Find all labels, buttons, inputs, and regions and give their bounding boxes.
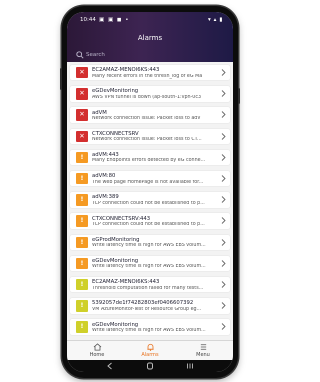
bell-icon <box>146 343 154 351</box>
alarm-row[interactable]: ✕ EC2AMAZ-MENOI6KS:443 Many recent errors … <box>70 65 230 81</box>
alarm-list[interactable]: ✕ EC2AMAZ-MENOI6KS:443 Many recent errors … <box>67 64 233 340</box>
chevron-right-icon <box>221 153 226 161</box>
power-button <box>238 88 240 104</box>
phone-frame: 10:44 ▣ ▣ ◼ • ▾ ▴ ▮ Alarms Search ✕ EC2AM… <box>60 6 240 378</box>
major-severity-icon: ! <box>76 151 88 164</box>
back-icon[interactable] <box>105 362 115 370</box>
home-nav-icon[interactable] <box>145 362 155 370</box>
alarm-title: adVM:443 <box>92 152 119 159</box>
alarm-title: CTXCONNECTSRV <box>92 130 139 137</box>
chevron-right-icon <box>221 259 226 267</box>
app-header: 10:44 ▣ ▣ ◼ • ▾ ▴ ▮ Alarms Search <box>67 12 233 62</box>
major-severity-icon: ! <box>76 215 88 227</box>
alarm-description: Many recent errors in the thresh_log of … <box>92 73 203 79</box>
critical-severity-icon: ✕ <box>76 67 88 79</box>
alarm-description: TCP connection could not be established … <box>92 221 205 227</box>
alarm-description: AWS VPN tunnel is down (ap-south-1:vpn-0… <box>92 94 202 100</box>
alarm-row[interactable]: ! adVM:443 Many Endpoints errors detected … <box>70 149 230 166</box>
alarm-description: Network connection issue: Packet loss to… <box>92 115 201 121</box>
volume-button <box>60 68 62 90</box>
chevron-right-icon <box>221 217 226 225</box>
chevron-right-icon <box>221 111 226 119</box>
major-severity-icon: ! <box>76 236 88 248</box>
critical-severity-icon: ✕ <box>76 130 88 142</box>
status-bar: 10:44 ▣ ▣ ◼ • ▾ ▴ ▮ <box>67 16 233 26</box>
tab-menu-label: Menu <box>196 352 210 358</box>
chevron-right-icon <box>221 132 226 140</box>
chevron-right-icon <box>221 238 226 246</box>
alarm-row[interactable]: ! EC2AMAZ-MENOI6KS:443 Threshold computati… <box>70 277 230 293</box>
critical-severity-icon: ✕ <box>76 109 88 121</box>
alarm-row[interactable]: ! adVM:80 The web page HomePage is not ava… <box>70 171 230 187</box>
alarm-title: CTXCONNECTSRV:443 <box>92 215 151 222</box>
system-icons: ▾ ▴ ▮ <box>207 17 223 23</box>
alarm-description: Write latency time is high for AWS EBS v… <box>92 327 206 333</box>
chevron-right-icon <box>221 302 226 310</box>
chevron-right-icon <box>221 196 226 204</box>
alarm-title: adVM <box>92 109 107 116</box>
alarm-title: adVM:389 <box>92 194 119 201</box>
tab-home[interactable]: Home <box>77 343 117 361</box>
alarm-row[interactable]: ✕ adVM Network connection issue: Packet lo… <box>70 107 230 123</box>
search-icon <box>76 51 84 59</box>
alarm-title: EC2AMAZ-MENOI6KS:443 <box>92 67 160 74</box>
bottom-tab-bar: Home Alarms Menu <box>67 340 233 360</box>
alarm-row[interactable]: ✕ CTXCONNECTSRV Network connection issue: … <box>70 128 230 144</box>
alarm-row[interactable]: ! adVM:389 TCP connection could not be est… <box>70 192 230 208</box>
alarm-row[interactable]: ! eGProdMonitoring Write latency time is h… <box>70 234 230 250</box>
notification-icons: ▣ ▣ ◼ • <box>99 17 130 23</box>
alarm-title: 5392057de1f74282803ef0406607392 <box>92 300 194 307</box>
alarm-description: Write latency time is high for AWS EBS v… <box>92 243 206 249</box>
chevron-right-icon <box>221 323 226 331</box>
search-bar[interactable]: Search <box>76 50 224 60</box>
alarm-description: Many Endpoints errors detected by eG con… <box>92 158 206 164</box>
minor-severity-icon: ! <box>76 321 88 333</box>
alarm-title: eGDevMonitoring <box>92 88 139 95</box>
alarm-description: Threshold computation failed for many te… <box>92 285 204 291</box>
alarm-title: eGProdMonitoring <box>92 236 140 243</box>
alarm-description: Write latency time is high for AWS EBS v… <box>92 264 206 270</box>
alarm-row[interactable]: ! eGDevMonitoring Write latency time is hi… <box>70 255 230 272</box>
screen: 10:44 ▣ ▣ ◼ • ▾ ▴ ▮ Alarms Search ✕ EC2AM… <box>67 12 233 372</box>
tab-menu[interactable]: Menu <box>183 343 223 361</box>
chevron-right-icon <box>221 281 226 288</box>
recents-icon[interactable] <box>185 362 195 370</box>
home-icon <box>93 343 101 351</box>
tab-alarms[interactable]: Alarms <box>130 343 170 361</box>
alarm-row[interactable]: ! CTXCONNECTSRV:443 TCP connection could n… <box>70 213 230 229</box>
tab-alarms-label: Alarms <box>141 352 159 358</box>
page-title: Alarms <box>137 34 163 42</box>
search-input[interactable]: Search <box>86 52 105 58</box>
alarm-description: TCP connection could not be established … <box>92 200 205 206</box>
alarm-description: Network connection issue: Packet loss to… <box>92 137 202 143</box>
alarm-description: VM AzureMonitor-Test of Resource Group e… <box>92 306 202 312</box>
alarm-title: EC2AMAZ-MENOI6KS:443 <box>92 279 160 286</box>
alarm-row[interactable]: ✕ eGDevMonitoring AWS VPN tunnel is down (… <box>70 86 230 102</box>
chevron-right-icon <box>221 69 226 76</box>
minor-severity-icon: ! <box>76 300 88 312</box>
alarm-title: eGDevMonitoring <box>92 321 139 328</box>
alarm-row[interactable]: ! 5392057de1f74282803ef0406607392 VM Azure… <box>70 298 230 314</box>
chevron-right-icon <box>221 175 226 182</box>
status-time: 10:44 <box>80 17 96 23</box>
tab-home-label: Home <box>89 352 105 358</box>
chevron-right-icon <box>221 90 226 98</box>
alarm-title: eGDevMonitoring <box>92 258 139 265</box>
minor-severity-icon: ! <box>76 279 88 291</box>
major-severity-icon: ! <box>76 257 88 270</box>
major-severity-icon: ! <box>76 173 88 185</box>
system-nav-bar <box>67 360 233 372</box>
critical-severity-icon: ✕ <box>76 88 88 100</box>
alarm-description: The web page HomePage is not available f… <box>92 179 204 185</box>
alarm-title: adVM:80 <box>92 173 116 180</box>
menu-icon <box>200 344 206 350</box>
major-severity-icon: ! <box>76 194 88 206</box>
alarm-row[interactable]: ! eGDevMonitoring Write latency time is hi… <box>70 319 230 335</box>
